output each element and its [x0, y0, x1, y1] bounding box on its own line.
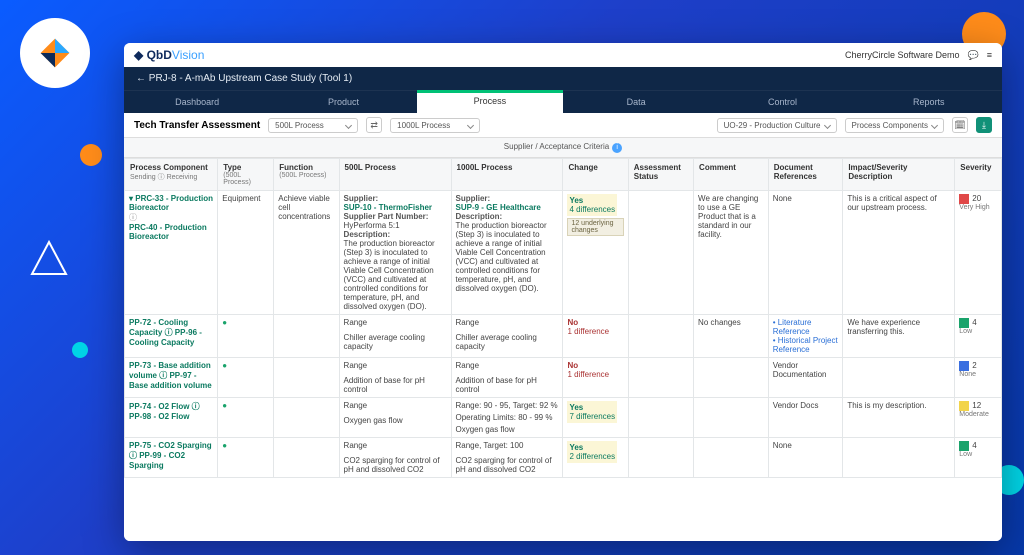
component-link[interactable]: PP-75 - CO2 Sparging ⓘ PP-99 - CO2 Sparg… [129, 441, 213, 470]
tab-data[interactable]: Data [563, 90, 709, 113]
docref-link[interactable]: • Historical Project Reference [773, 336, 839, 354]
table-header-row: Process ComponentSending ⓘ Receiving Typ… [125, 158, 1002, 190]
chat-icon[interactable]: 💬 [968, 50, 979, 61]
export-button[interactable]: ⤓ [976, 117, 992, 133]
nav-strip: ← PRJ-8 - A-mAb Upstream Case Study (Too… [124, 67, 1002, 113]
process-a-select[interactable]: 500L Process [268, 118, 358, 133]
topbar: ◆ QbDVision CherryCircle Software Demo 💬… [124, 43, 1002, 67]
tab-reports[interactable]: Reports [856, 90, 1002, 113]
col-assessment: Assessment Status [628, 158, 693, 190]
uo-select[interactable]: UO-29 - Production Culture [717, 118, 837, 133]
org-name: CherryCircle Software Demo [845, 50, 960, 60]
col-function: Function(500L Process) [274, 158, 339, 190]
table-row: PP-75 - CO2 Sparging ⓘ PP-99 - CO2 Sparg… [125, 437, 1002, 477]
brand-logo[interactable]: ◆ QbDVision [134, 48, 204, 62]
table-row: ▾ PRC-33 - Production BioreactorⓘPRC-40 … [125, 190, 1002, 314]
component-link[interactable]: PP-73 - Base addition volume ⓘ PP-97 - B… [129, 361, 213, 390]
chevron-down-icon [823, 121, 830, 128]
brand-suffix: Vision [172, 48, 204, 62]
chevron-down-icon [931, 121, 938, 128]
docref-link[interactable]: • Literature Reference [773, 318, 839, 336]
bg-logo [20, 18, 90, 88]
brand-name: QbD [147, 48, 172, 62]
component-link[interactable]: PP-72 - Cooling Capacity ⓘ PP-96 - Cooli… [129, 318, 213, 347]
chevron-down-icon [467, 121, 474, 128]
tab-control[interactable]: Control [709, 90, 855, 113]
bg-dot [72, 342, 88, 358]
table-row: PP-73 - Base addition volume ⓘ PP-97 - B… [125, 357, 1002, 397]
filter-bar: Tech Transfer Assessment 500L Process ⇄ … [124, 113, 1002, 138]
breadcrumb[interactable]: ← PRJ-8 - A-mAb Upstream Case Study (Too… [124, 67, 1002, 90]
col-docref: Document References [768, 158, 843, 190]
calendar-button[interactable]: 🗓 [952, 117, 968, 133]
tab-dashboard[interactable]: Dashboard [124, 90, 270, 113]
col-component: Process ComponentSending ⓘ Receiving [125, 158, 218, 190]
bg-dot [80, 144, 102, 166]
component-link[interactable]: PP-74 - O2 Flow ⓘ PP-98 - O2 Flow [129, 401, 213, 421]
tab-product[interactable]: Product [270, 90, 416, 113]
process-b-select[interactable]: 1000L Process [390, 118, 480, 133]
table-row: PP-72 - Cooling Capacity ⓘ PP-96 - Cooli… [125, 314, 1002, 357]
brand-cube-icon: ◆ [134, 48, 143, 62]
scope-select[interactable]: Process Components [845, 118, 944, 133]
col-type: Type(500L Process) [218, 158, 274, 190]
component-link[interactable]: PRC-40 - Production Bioreactor [129, 223, 213, 241]
col-impact: Impact/Severity Description [843, 158, 955, 190]
chevron-down-icon [345, 121, 352, 128]
criteria-header: Supplier / Acceptance Criteriai [124, 138, 1002, 158]
info-icon[interactable]: i [612, 143, 622, 153]
page-title: Tech Transfer Assessment [134, 120, 260, 131]
col-severity: Severity [955, 158, 1002, 190]
assessment-table: Process ComponentSending ⓘ Receiving Typ… [124, 158, 1002, 542]
menu-icon[interactable]: ≡ [987, 50, 992, 60]
swap-button[interactable]: ⇄ [366, 117, 382, 133]
col-comment: Comment [694, 158, 769, 190]
col-1000l: 1000L Process [451, 158, 563, 190]
app-window: ◆ QbDVision CherryCircle Software Demo 💬… [124, 43, 1002, 541]
tab-process[interactable]: Process [417, 90, 563, 113]
col-change: Change [563, 158, 628, 190]
table-row: PP-74 - O2 Flow ⓘ PP-98 - O2 Flow●RangeO… [125, 397, 1002, 437]
bg-triangle [30, 240, 68, 280]
component-link[interactable]: ▾ PRC-33 - Production Bioreactor [129, 194, 213, 212]
col-500l: 500L Process [339, 158, 451, 190]
